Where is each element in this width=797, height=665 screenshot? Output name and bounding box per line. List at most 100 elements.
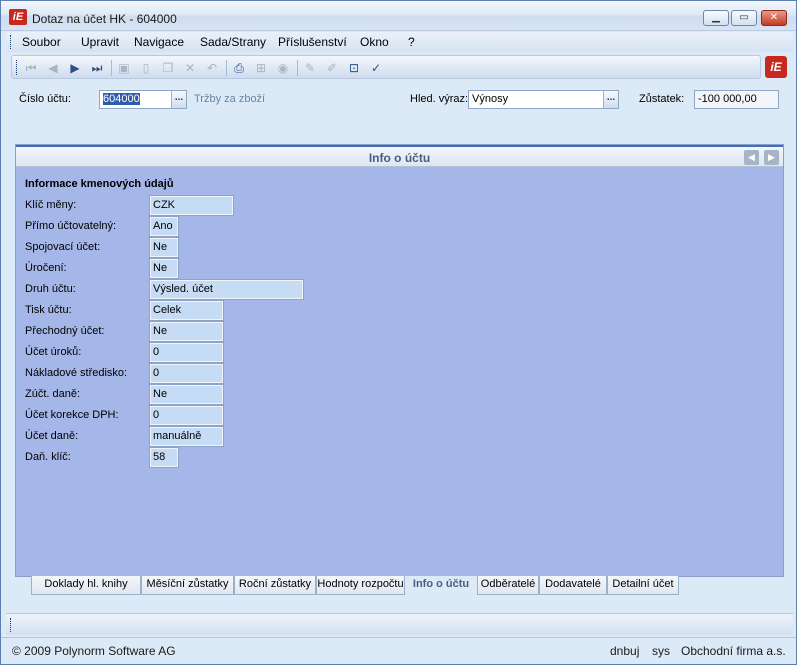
search-label: Hled. výraz: (410, 93, 469, 105)
minimize-icon: ▁ (712, 12, 720, 23)
title-bar[interactable]: iE Dotaz na účet HK - 604000 ▁ ▭ ✕ (1, 1, 796, 31)
menubar-grip-icon[interactable] (10, 35, 13, 49)
row-label-currency-key: Klíč měny: (25, 199, 77, 211)
value-account-print: Celek (149, 300, 224, 321)
tab-suppliers[interactable]: Dodavatelé (539, 576, 607, 595)
search-input[interactable]: Výnosy ... (468, 90, 619, 109)
window-title: Dotaz na účet HK - 604000 (32, 12, 177, 26)
account-number-input[interactable]: 604000 ... (99, 90, 187, 109)
disk-icon[interactable]: ◉ (275, 60, 291, 76)
value-account-type: Výsled. účet (149, 279, 304, 300)
pen-icon[interactable]: ✎ (302, 60, 318, 76)
tab-yearly-balances[interactable]: Roční zůstatky (234, 576, 316, 595)
row-label-interest: Úročení: (25, 262, 67, 274)
status-user: sys (652, 644, 670, 658)
value-interest-account: 0 (149, 342, 224, 363)
row-label-tax-posting: Zúčt. daně: (25, 388, 81, 400)
row-label-interest-account: Účet úroků: (25, 346, 82, 358)
menu-bar: Soubor Upravit Navigace Sada/Strany Přís… (6, 32, 793, 52)
value-vat-correction-account: 0 (149, 405, 224, 426)
arrow-left-icon: ◀ (748, 152, 755, 162)
prev-record-icon[interactable]: ◀ (45, 60, 61, 76)
value-tax-posting: Ne (149, 384, 224, 405)
tab-ledger-documents[interactable]: Doklady hl. knihy (31, 576, 141, 595)
balance-field: -100 000,00 (694, 90, 779, 109)
last-record-icon[interactable]: ⏭ (89, 60, 105, 76)
row-label-cost-center: Nákladové středisko: (25, 367, 128, 379)
next-record-icon[interactable]: ▶ (67, 60, 83, 76)
bottom-toolbar-grip-icon[interactable] (10, 618, 13, 632)
row-label-account-type: Druh účtu: (25, 283, 76, 295)
menu-okno[interactable]: Okno (360, 35, 389, 49)
menu-prislusenstvi[interactable]: Příslušenství (278, 35, 347, 49)
main-toolbar: ⏮ ◀ ▶ ⏭ ▣ ▯ ❐ ✕ ↶ ⎙ ⊞ ◉ ✎ ✐ ⊡ ✓ (11, 55, 761, 79)
menu-help[interactable]: ? (408, 35, 415, 49)
row-label-account-print: Tisk účtu: (25, 304, 72, 316)
tree-icon[interactable]: ⊞ (253, 60, 269, 76)
minimize-button[interactable]: ▁ (703, 10, 729, 26)
tab-account-detail[interactable]: Detailní účet (607, 576, 679, 595)
toolbar-grip-icon[interactable] (16, 60, 19, 75)
value-connecting-account: Ne (149, 237, 179, 258)
toolbar-separator (111, 60, 112, 76)
toolbar-separator (226, 60, 227, 76)
arrow-right-icon: ▶ (768, 152, 775, 162)
search-value: Výnosy (472, 93, 509, 105)
status-company: Obchodní firma a.s. (681, 644, 786, 658)
account-number-value: 604000 (103, 93, 140, 105)
status-copyright: © 2009 Polynorm Software AG (12, 644, 176, 658)
menu-sada-strany[interactable]: Sada/Strany (200, 35, 266, 49)
value-directly-postable: Ano (149, 216, 179, 237)
new-document-icon[interactable]: ▯ (138, 60, 154, 76)
value-tax-key: 58 (149, 447, 179, 468)
print-icon[interactable]: ⎙ (231, 60, 247, 76)
balance-label: Zůstatek: (639, 93, 685, 105)
toolbar-separator (297, 60, 298, 76)
row-label-tax-key: Daň. klíč: (25, 451, 71, 463)
maximize-icon: ▭ (739, 12, 749, 23)
tab-budget-values[interactable]: Hodnoty rozpočtu (316, 576, 405, 595)
value-interest: Ne (149, 258, 179, 279)
balance-value: -100 000,00 (698, 93, 757, 105)
maximize-button[interactable]: ▭ (731, 10, 757, 26)
menu-navigace[interactable]: Navigace (134, 35, 184, 49)
panel-title: Info o účtu (368, 151, 431, 165)
account-description: Tržby za zboží (194, 93, 266, 105)
panel-next-button[interactable]: ▶ (764, 150, 779, 165)
value-cost-center: 0 (149, 363, 224, 384)
menu-soubor[interactable]: Soubor (22, 35, 61, 49)
tab-monthly-balances[interactable]: Měsíční zůstatky (141, 576, 234, 595)
search-lookup-button[interactable]: ... (603, 91, 618, 108)
status-bar: © 2009 Polynorm Software AG dnbuj sys Ob… (1, 637, 796, 664)
row-label-tax-account: Účet daně: (25, 430, 79, 442)
info-panel: Info o účtu ◀ ▶ Informace kmenových údaj… (15, 144, 784, 577)
value-tax-account: manuálně (149, 426, 224, 447)
delete-icon[interactable]: ✕ (182, 60, 198, 76)
copy-icon[interactable]: ❐ (160, 60, 176, 76)
account-number-label: Číslo účtu: (19, 93, 71, 105)
row-label-transit-account: Přechodný účet: (25, 325, 105, 337)
first-record-icon[interactable]: ⏮ (23, 60, 39, 76)
filter-icon[interactable]: ✓ (368, 60, 384, 76)
panel-header: Info o účtu ◀ ▶ (16, 145, 783, 167)
row-label-connecting-account: Spojovací účet: (25, 241, 101, 253)
status-database: dnbuj (610, 644, 640, 658)
undo-icon[interactable]: ↶ (204, 60, 220, 76)
menu-upravit[interactable]: Upravit (81, 35, 119, 49)
tab-account-info[interactable]: Info o účtu (405, 576, 477, 595)
close-icon: ✕ (769, 12, 779, 23)
brand-logo-icon: iE (765, 56, 787, 78)
close-button[interactable]: ✕ (761, 10, 787, 26)
value-currency-key: CZK (149, 195, 234, 216)
export-icon[interactable]: ⊡ (346, 60, 362, 76)
app-logo-icon: iE (9, 9, 27, 25)
tab-customers[interactable]: Odběratelé (477, 576, 539, 595)
section-title: Informace kmenových údajů (25, 178, 174, 190)
save-icon[interactable]: ▣ (116, 60, 132, 76)
panel-prev-button[interactable]: ◀ (744, 150, 759, 165)
account-lookup-button[interactable]: ... (171, 91, 186, 108)
application-window: iE Dotaz na účet HK - 604000 ▁ ▭ ✕ Soubo… (0, 0, 797, 665)
bottom-toolbar (6, 613, 793, 635)
pencil-icon[interactable]: ✐ (324, 60, 340, 76)
row-label-directly-postable: Přímo účtovatelný: (25, 220, 117, 232)
